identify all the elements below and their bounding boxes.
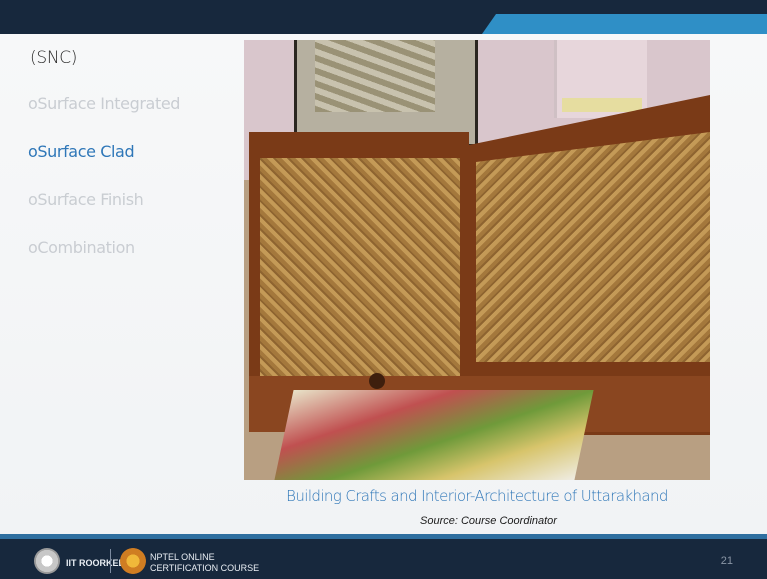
photo-caption: Building Crafts and Interior-Architectur… bbox=[286, 487, 668, 505]
footer-separator bbox=[110, 549, 111, 573]
photo-source: Source: Course Coordinator bbox=[420, 515, 557, 527]
page-number: 21 bbox=[720, 555, 733, 567]
photo-wood-knot bbox=[369, 373, 385, 389]
bullet-list: oSurface Integrated oSurface Clad oSurfa… bbox=[28, 92, 180, 284]
top-banner-accent bbox=[482, 14, 767, 34]
photo-books bbox=[274, 390, 594, 480]
footer-stripe bbox=[0, 534, 767, 539]
course-line-2: CERTIFICATION COURSE bbox=[150, 563, 260, 573]
bullet-surface-clad: oSurface Clad bbox=[28, 142, 135, 161]
photo-left-woven-mat bbox=[260, 158, 460, 383]
bullet-surface-finish: oSurface Finish bbox=[28, 190, 144, 209]
footer-bar bbox=[0, 534, 767, 579]
photo-right-woven-mat bbox=[476, 132, 710, 362]
photo-poster bbox=[294, 40, 478, 147]
course-line-1: NPTEL ONLINE bbox=[150, 552, 215, 562]
bullet-combination: oCombination bbox=[28, 238, 135, 257]
bullet-surface-integrated: oSurface Integrated bbox=[28, 94, 181, 113]
nptel-logo-icon bbox=[120, 548, 146, 574]
institute-name: IIT ROORKEE bbox=[66, 558, 125, 568]
iit-roorkee-logo-icon bbox=[34, 548, 60, 574]
woven-bamboo-wall-photo bbox=[244, 40, 710, 480]
photo-papers bbox=[562, 98, 642, 112]
slide-title: (SNC) bbox=[30, 48, 78, 68]
